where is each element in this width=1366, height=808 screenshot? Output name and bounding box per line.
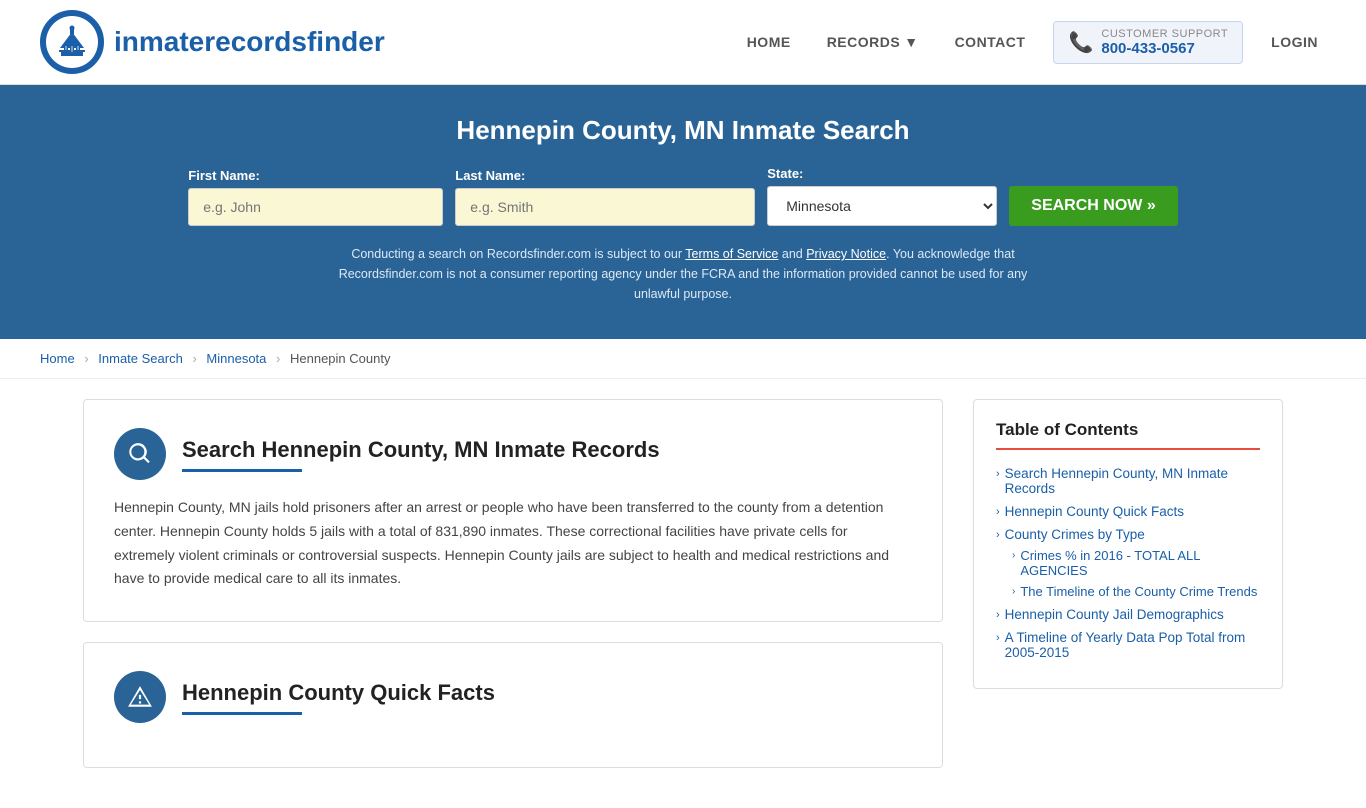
first-name-label: First Name:: [188, 168, 260, 183]
hero-section: Hennepin County, MN Inmate Search First …: [0, 85, 1366, 339]
nav-records[interactable]: RECORDS ▼: [819, 29, 927, 55]
toc-item: › Hennepin County Quick Facts: [996, 504, 1260, 519]
toc-sub-item: › The Timeline of the County Crime Trend…: [1012, 584, 1260, 599]
main-content: Search Hennepin County, MN Inmate Record…: [43, 379, 1323, 808]
chevron-icon: ›: [1012, 586, 1015, 597]
search-records-header: Search Hennepin County, MN Inmate Record…: [114, 428, 912, 480]
toc-item: › Hennepin County Jail Demographics: [996, 607, 1260, 622]
disclaimer-text: Conducting a search on Recordsfinder.com…: [323, 244, 1043, 304]
nav-login[interactable]: LOGIN: [1263, 29, 1326, 55]
state-group: State: Minnesota Alabama Alaska Arizona …: [767, 166, 997, 226]
terms-link[interactable]: Terms of Service: [685, 247, 778, 261]
toc-list: › Search Hennepin County, MN Inmate Reco…: [996, 466, 1260, 660]
title-underline: [182, 469, 302, 472]
breadcrumb-home[interactable]: Home: [40, 351, 75, 366]
last-name-group: Last Name:: [455, 168, 755, 226]
quick-facts-section: Hennepin County Quick Facts: [83, 642, 943, 768]
toc-link-quick-facts[interactable]: › Hennepin County Quick Facts: [996, 504, 1260, 519]
search-form: First Name: Last Name: State: Minnesota …: [40, 166, 1326, 226]
breadcrumb-minnesota[interactable]: Minnesota: [206, 351, 266, 366]
search-section-icon: [114, 428, 166, 480]
toc-item: › County Crimes by Type › Crimes % in 20…: [996, 527, 1260, 599]
chevron-down-icon: ▼: [904, 34, 918, 50]
state-select[interactable]: Minnesota Alabama Alaska Arizona Arkansa…: [767, 186, 997, 226]
toc-link-demographics[interactable]: › Hennepin County Jail Demographics: [996, 607, 1260, 622]
logo-text: inmaterecordsfinder: [114, 26, 385, 58]
chevron-icon: ›: [996, 529, 1000, 541]
content-right: Table of Contents › Search Hennepin Coun…: [973, 399, 1283, 788]
breadcrumb-current: Hennepin County: [290, 351, 390, 366]
chevron-icon: ›: [996, 506, 1000, 518]
search-button[interactable]: SEARCH NOW »: [1009, 186, 1177, 226]
main-nav: HOME RECORDS ▼ CONTACT 📞 CUSTOMER SUPPOR…: [739, 21, 1326, 64]
phone-icon: 📞: [1068, 30, 1093, 55]
toc-item: › Search Hennepin County, MN Inmate Reco…: [996, 466, 1260, 496]
toc-link-search[interactable]: › Search Hennepin County, MN Inmate Reco…: [996, 466, 1260, 496]
content-left: Search Hennepin County, MN Inmate Record…: [83, 399, 973, 788]
quick-facts-icon: [114, 671, 166, 723]
nav-home[interactable]: HOME: [739, 29, 799, 55]
toc-link-crimes-2016[interactable]: › Crimes % in 2016 - TOTAL ALL AGENCIES: [1012, 548, 1260, 578]
chevron-icon: ›: [996, 468, 1000, 480]
toc-sub-item: › Crimes % in 2016 - TOTAL ALL AGENCIES: [1012, 548, 1260, 578]
support-label: CUSTOMER SUPPORT: [1101, 28, 1228, 40]
breadcrumb-inmate-search[interactable]: Inmate Search: [98, 351, 183, 366]
toc-divider: [996, 448, 1260, 450]
first-name-input[interactable]: [188, 188, 443, 226]
chevron-icon: ›: [1012, 550, 1015, 561]
quick-facts-header: Hennepin County Quick Facts: [114, 671, 912, 723]
privacy-link[interactable]: Privacy Notice: [806, 247, 886, 261]
chevron-icon: ›: [996, 632, 1000, 644]
toc-link-crimes-type[interactable]: › County Crimes by Type: [996, 527, 1260, 542]
search-records-section: Search Hennepin County, MN Inmate Record…: [83, 399, 943, 622]
toc-sublist: › Crimes % in 2016 - TOTAL ALL AGENCIES …: [996, 548, 1260, 599]
breadcrumb: Home › Inmate Search › Minnesota › Henne…: [0, 339, 1366, 379]
state-label: State:: [767, 166, 803, 181]
logo-icon: [40, 10, 104, 74]
toc-card: Table of Contents › Search Hennepin Coun…: [973, 399, 1283, 689]
toc-item: › A Timeline of Yearly Data Pop Total fr…: [996, 630, 1260, 660]
toc-link-yearly-data[interactable]: › A Timeline of Yearly Data Pop Total fr…: [996, 630, 1260, 660]
last-name-input[interactable]: [455, 188, 755, 226]
hero-title: Hennepin County, MN Inmate Search: [40, 115, 1326, 146]
alert-icon: [127, 684, 153, 710]
search-records-title: Search Hennepin County, MN Inmate Record…: [182, 437, 660, 463]
last-name-label: Last Name:: [455, 168, 525, 183]
search-records-body: Hennepin County, MN jails hold prisoners…: [114, 496, 912, 591]
first-name-group: First Name:: [188, 168, 443, 226]
site-header: inmaterecordsfinder HOME RECORDS ▼ CONTA…: [0, 0, 1366, 85]
quick-facts-underline: [182, 712, 302, 715]
logo-area: inmaterecordsfinder: [40, 10, 385, 74]
chevron-icon: ›: [996, 609, 1000, 621]
nav-contact[interactable]: CONTACT: [947, 29, 1034, 55]
quick-facts-title: Hennepin County Quick Facts: [182, 680, 495, 706]
toc-link-timeline[interactable]: › The Timeline of the County Crime Trend…: [1012, 584, 1260, 599]
search-icon: [127, 441, 153, 467]
capitol-building-icon: [54, 24, 90, 60]
support-phone: 800-433-0567: [1101, 40, 1228, 57]
toc-title: Table of Contents: [996, 420, 1260, 440]
support-box: 📞 CUSTOMER SUPPORT 800-433-0567: [1053, 21, 1243, 64]
